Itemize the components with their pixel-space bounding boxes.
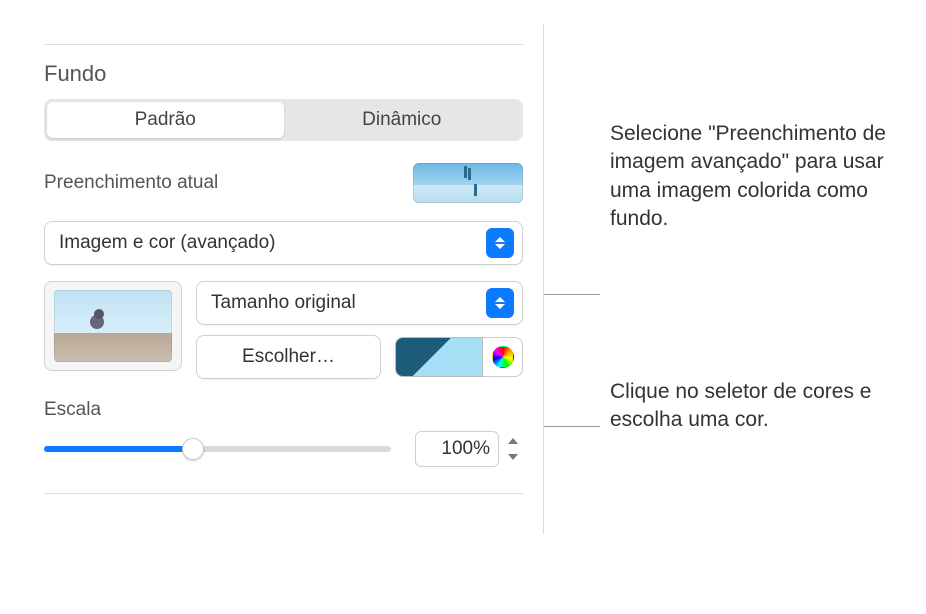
divider	[44, 44, 523, 45]
slider-knob[interactable]	[182, 438, 204, 460]
divider	[44, 493, 523, 494]
image-well[interactable]	[44, 281, 182, 371]
callout-leader	[544, 294, 600, 295]
stepper-up-button[interactable]	[503, 433, 523, 449]
callout-leader	[544, 426, 600, 427]
image-preview	[54, 290, 172, 362]
callout-color-wheel: Clique no seletor de cores e escolha uma…	[610, 378, 910, 435]
background-mode-segmented[interactable]: Padrão Dinâmico	[44, 99, 523, 141]
scale-label: Escala	[44, 399, 523, 421]
tint-color-well[interactable]	[395, 337, 483, 377]
scale-stepper: 100%	[415, 431, 523, 467]
callout-fill-popup: Selecione "Preenchimento de imagem avanç…	[610, 120, 910, 233]
scale-mode-popup[interactable]: Tamanho original	[196, 281, 523, 325]
choose-label: Escolher…	[242, 346, 335, 368]
choose-image-button[interactable]: Escolher…	[196, 335, 381, 379]
current-fill-label: Preenchimento atual	[44, 172, 218, 194]
popup-arrows-icon	[486, 288, 514, 318]
current-fill-thumbnail[interactable]	[413, 163, 523, 203]
scale-mode-value: Tamanho original	[211, 292, 356, 314]
section-title-fundo: Fundo	[44, 61, 523, 87]
popup-arrows-icon	[486, 228, 514, 258]
scale-slider[interactable]	[44, 437, 391, 461]
scale-value: 100%	[441, 438, 490, 460]
color-wheel-icon	[492, 346, 514, 368]
format-panel: Fundo Padrão Dinâmico Preenchimento atua…	[24, 24, 544, 534]
stepper-down-button[interactable]	[503, 449, 523, 465]
color-picker-button[interactable]	[483, 337, 523, 377]
segment-standard[interactable]: Padrão	[47, 102, 284, 138]
current-fill-row: Preenchimento atual	[44, 163, 523, 203]
scale-row: 100%	[44, 431, 523, 467]
image-settings-row: Tamanho original Escolher…	[44, 281, 523, 379]
fill-type-popup[interactable]: Imagem e cor (avançado)	[44, 221, 523, 265]
fill-type-value: Imagem e cor (avançado)	[59, 232, 276, 254]
color-controls	[395, 337, 523, 377]
scale-value-field[interactable]: 100%	[415, 431, 499, 467]
segment-dynamic[interactable]: Dinâmico	[284, 102, 521, 138]
